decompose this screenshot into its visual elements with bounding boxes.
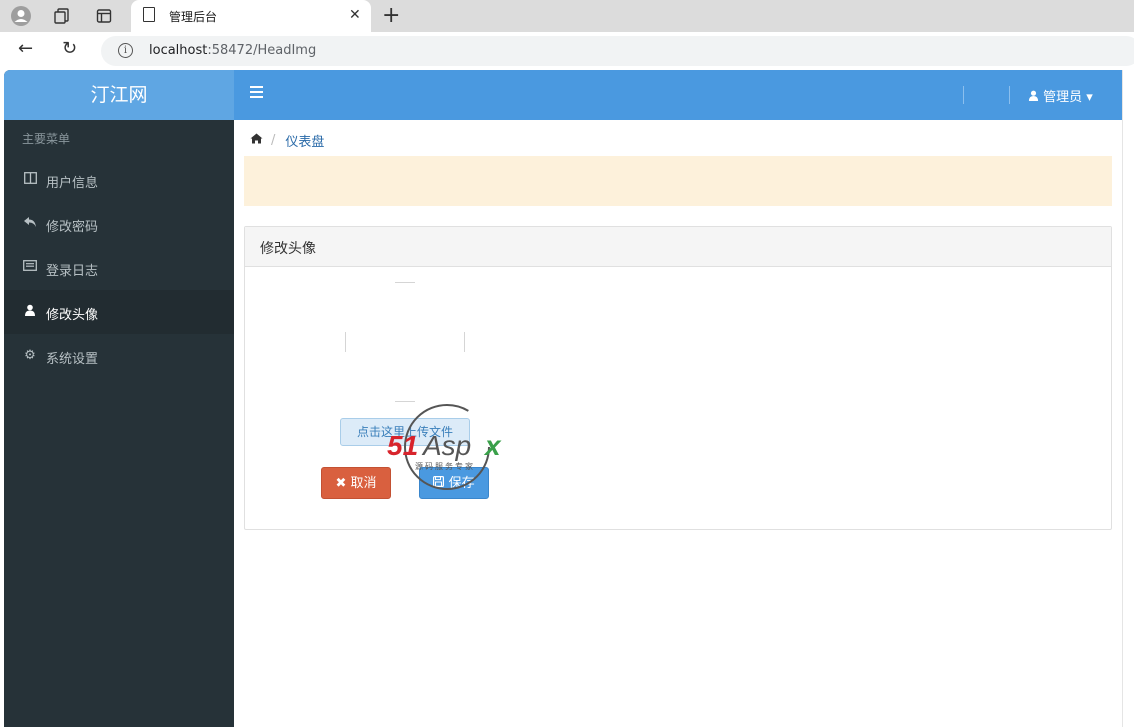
main-content: / 仪表盘 修改头像 点击这里上传文件 ✖ 取消 保存 51 Asp x 源码服… [234,120,1122,727]
new-tab-icon[interactable]: + [382,3,400,28]
navbar-divider [1009,86,1010,104]
menu-heading: 主要菜单 [22,132,71,146]
window-edge [1122,70,1134,727]
save-label: 保存 [448,476,475,491]
navbar-divider [963,86,964,104]
watermark-brand-part-3: x [483,430,502,461]
browser-tab[interactable]: 管理后台 ✕ [131,0,371,32]
sidebar: 汀江网 主要菜单 用户信息 修改密码 登录日志 修改头像 ⚙ 系统设置 [4,70,234,727]
avatar-preview [345,282,465,402]
upload-file-button[interactable]: 点击这里上传文件 [340,418,470,446]
sidebar-item-label: 修改密码 [46,220,99,235]
home-icon[interactable] [250,133,263,148]
sidebar-item-system-settings[interactable]: ⚙ 系统设置 [4,334,234,378]
reply-icon [22,216,38,232]
breadcrumb-current[interactable]: 仪表盘 [285,131,324,150]
sidebar-item-user-info[interactable]: 用户信息 [4,158,234,202]
sidebar-item-change-password[interactable]: 修改密码 [4,202,234,246]
columns-icon [22,172,38,188]
admin-app: 汀江网 主要菜单 用户信息 修改密码 登录日志 修改头像 ⚙ 系统设置 管理员 … [4,70,1122,727]
page-icon [143,7,155,22]
save-button[interactable]: 保存 [419,467,489,499]
tab-actions-icon[interactable] [92,4,116,28]
breadcrumb: / 仪表盘 [250,131,324,150]
breadcrumb-separator: / [271,133,276,148]
sidebar-item-login-log[interactable]: 登录日志 [4,246,234,290]
url-text: localhost:58472/HeadImg [149,43,316,58]
address-bar: ← ↻ i localhost:58472/HeadImg [0,32,1134,70]
user-dropdown[interactable]: 管理员 ▾ [1028,86,1093,105]
url-path: :58472/HeadImg [207,43,317,58]
change-avatar-panel: 修改头像 点击这里上传文件 ✖ 取消 保存 51 Asp x 源码服务专家 [244,226,1112,530]
chevron-down-icon: ▾ [1086,90,1093,105]
cogs-icon: ⚙ [24,348,36,363]
sidebar-item-label: 系统设置 [46,352,99,367]
sidebar-item-change-avatar[interactable]: 修改头像 [4,290,234,334]
sidebar-item-label: 修改头像 [46,308,99,323]
close-tab-icon[interactable]: ✕ [349,7,361,23]
cancel-button[interactable]: ✖ 取消 [321,467,391,499]
info-icon[interactable]: i [118,43,133,58]
url-field[interactable]: i localhost:58472/HeadImg [101,36,1134,66]
tab-title: 管理后台 [169,10,218,24]
list-icon [22,260,38,276]
top-navbar: 管理员 ▾ [234,70,1122,120]
user-name: 管理员 [1043,90,1083,105]
menu-toggle-icon[interactable] [250,86,263,98]
panel-title: 修改头像 [245,227,1111,267]
reload-icon[interactable]: ↻ [62,38,77,59]
browser-tab-bar: 管理后台 ✕ + [0,0,1134,32]
back-icon[interactable]: ← [18,38,33,59]
user-icon [1028,90,1043,105]
floppy-disk-icon [433,476,448,491]
collections-icon[interactable] [50,4,74,28]
brand-logo[interactable]: 汀江网 [4,70,234,120]
close-icon: ✖ [335,476,347,491]
profile-icon[interactable] [9,4,33,28]
url-host: localhost [149,43,208,58]
notice-alert [244,156,1112,206]
sidebar-item-label: 用户信息 [46,176,99,191]
user-icon [22,304,38,320]
cancel-label: 取消 [350,476,377,491]
sidebar-item-label: 登录日志 [46,264,99,279]
